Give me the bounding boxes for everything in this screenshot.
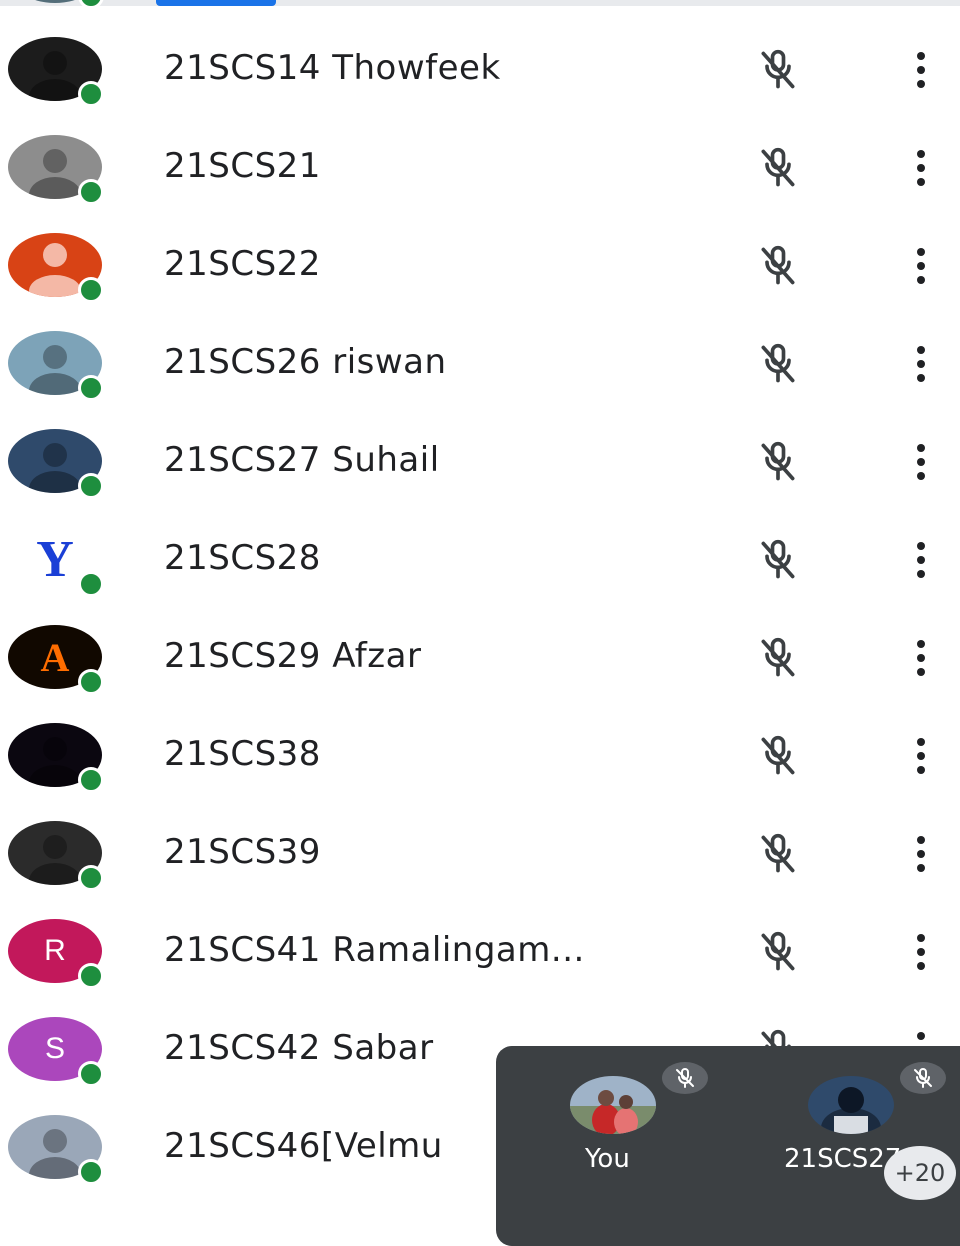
- mic-off-icon: [761, 735, 795, 775]
- more-vert-icon: [917, 150, 925, 186]
- online-status-dot: [78, 0, 104, 9]
- mic-status[interactable]: [748, 734, 808, 778]
- participant-tile-avatar: [808, 1076, 894, 1134]
- participant-name: 21SCS27 Suhail: [164, 440, 440, 480]
- mic-off-icon: [676, 1068, 694, 1088]
- mic-status[interactable]: [748, 342, 808, 386]
- more-participants-badge[interactable]: +20: [884, 1146, 956, 1200]
- participant-row[interactable]: 21SCS26 riswan: [0, 314, 960, 412]
- mic-off-icon: [761, 931, 795, 971]
- more-vert-icon: [917, 738, 925, 774]
- mic-off-icon: [761, 343, 795, 383]
- more-options-button[interactable]: [906, 440, 936, 484]
- mic-off-icon: [761, 441, 795, 481]
- participant-name: 21SCS14 Thowfeek: [164, 48, 501, 88]
- more-vert-icon: [917, 444, 925, 480]
- more-options-button[interactable]: [906, 146, 936, 190]
- online-status-dot: [78, 963, 104, 989]
- mic-status[interactable]: [748, 832, 808, 876]
- mic-off-icon: [761, 539, 795, 579]
- participant-name: 21SCS28: [164, 538, 321, 578]
- online-status-dot: [78, 767, 104, 793]
- participant-row[interactable]: J21SCS13 Jamal: [0, 0, 960, 20]
- more-options-button[interactable]: [906, 244, 936, 288]
- online-status-dot: [78, 473, 104, 499]
- participant-row[interactable]: R 21SCS41 Ramalingam...: [0, 902, 960, 1000]
- more-vert-icon: [917, 640, 925, 676]
- participant-name: 21SCS29 Afzar: [164, 636, 422, 676]
- self-avatar: [570, 1076, 656, 1134]
- mic-off-icon: [761, 147, 795, 187]
- online-status-dot: [78, 179, 104, 205]
- participant-name: 21SCS42 Sabar: [164, 1028, 434, 1068]
- participant-list: J21SCS13 Jamal 21SCS14 Thowfeek 21SCS21 21S…: [0, 0, 960, 1196]
- mic-status[interactable]: [748, 538, 808, 582]
- participant-name: 21SCS21: [164, 146, 321, 186]
- more-options-button[interactable]: [906, 538, 936, 582]
- more-vert-icon: [917, 542, 925, 578]
- mic-status[interactable]: [748, 636, 808, 680]
- more-options-button[interactable]: [906, 342, 936, 386]
- more-vert-icon: [917, 248, 925, 284]
- participant-row[interactable]: 21SCS22: [0, 216, 960, 314]
- self-mic-status[interactable]: [662, 1062, 708, 1094]
- participant-name: 21SCS46[Velmu: [164, 1126, 443, 1166]
- mic-status[interactable]: [748, 930, 808, 974]
- participant-row[interactable]: 21SCS27 Suhail: [0, 412, 960, 510]
- self-view-panel[interactable]: You 21SCS27 +20: [496, 1046, 960, 1246]
- more-vert-icon: [917, 346, 925, 382]
- online-status-dot: [78, 571, 104, 597]
- mic-off-icon: [761, 833, 795, 873]
- participant-row[interactable]: 21SCS14 Thowfeek: [0, 20, 960, 118]
- more-options-button[interactable]: [906, 832, 936, 876]
- participant-name: 21SCS39: [164, 832, 321, 872]
- more-options-button[interactable]: [906, 734, 936, 778]
- online-status-dot: [78, 277, 104, 303]
- mic-off-icon: [914, 1068, 932, 1088]
- participant-name: 21SCS22: [164, 244, 321, 284]
- mic-off-icon: [761, 245, 795, 285]
- participant-tile-mic-status[interactable]: [900, 1062, 946, 1094]
- online-status-dot: [78, 669, 104, 695]
- more-vert-icon: [917, 52, 925, 88]
- mic-off-icon: [761, 637, 795, 677]
- participant-name: 21SCS38: [164, 734, 321, 774]
- more-options-button[interactable]: [906, 930, 936, 974]
- online-status-dot: [78, 375, 104, 401]
- mic-off-icon: [761, 49, 795, 89]
- online-status-dot: [78, 1159, 104, 1185]
- participant-row[interactable]: 21SCS21: [0, 118, 960, 216]
- participant-name: 21SCS41 Ramalingam...: [164, 930, 585, 970]
- participant-row[interactable]: A 21SCS29 Afzar: [0, 608, 960, 706]
- mic-status[interactable]: [748, 146, 808, 190]
- online-status-dot: [78, 865, 104, 891]
- participant-row[interactable]: 21SCS38: [0, 706, 960, 804]
- self-tile-label: You: [585, 1144, 630, 1174]
- mic-status[interactable]: [748, 244, 808, 288]
- mic-status[interactable]: [748, 440, 808, 484]
- more-options-button[interactable]: [906, 636, 936, 680]
- more-vert-icon: [917, 836, 925, 872]
- mic-status[interactable]: [748, 48, 808, 92]
- online-status-dot: [78, 1061, 104, 1087]
- online-status-dot: [78, 81, 104, 107]
- participant-name: 21SCS26 riswan: [164, 342, 447, 382]
- participant-row[interactable]: Y 21SCS28: [0, 510, 960, 608]
- more-options-button[interactable]: [906, 48, 936, 92]
- more-vert-icon: [917, 934, 925, 970]
- participant-row[interactable]: 21SCS39: [0, 804, 960, 902]
